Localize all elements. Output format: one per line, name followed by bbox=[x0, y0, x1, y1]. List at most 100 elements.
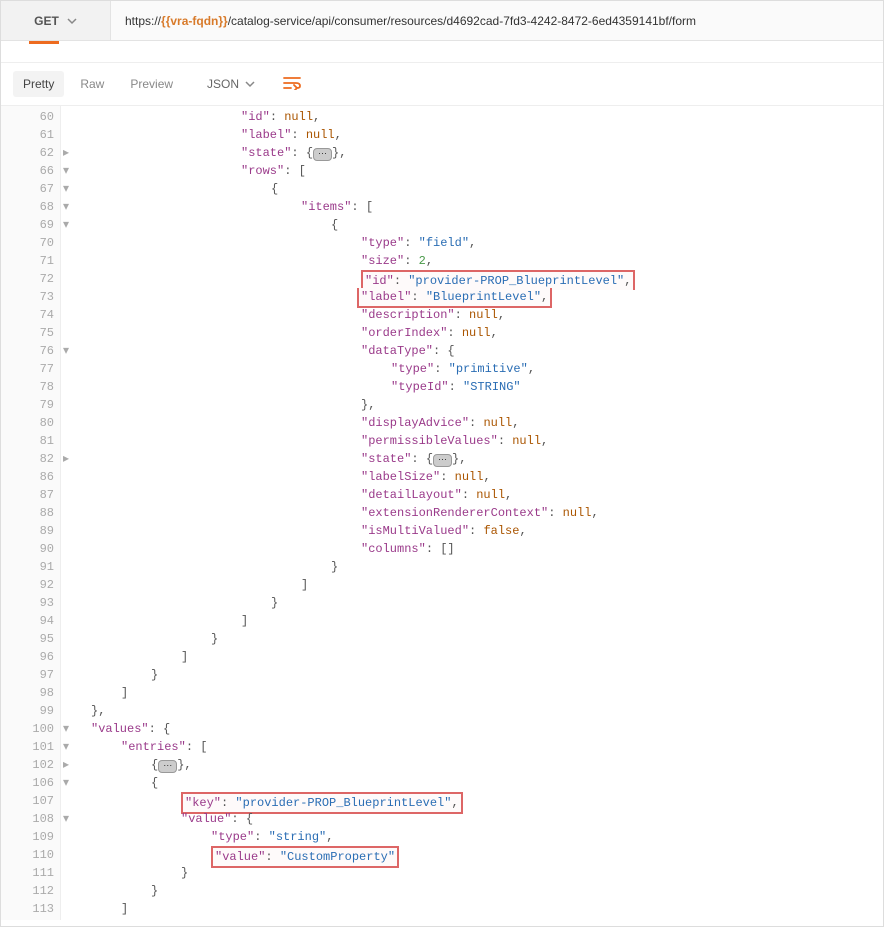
code-line: "values": { bbox=[79, 720, 883, 738]
code-content[interactable]: "id": null,"label": null,"state": {⋯},"r… bbox=[79, 106, 883, 920]
code-line: "isMultiValued": false, bbox=[79, 522, 883, 540]
fold-marker[interactable]: ▸ bbox=[63, 450, 79, 468]
code-line: { bbox=[79, 216, 883, 234]
fold-marker[interactable]: ▾ bbox=[63, 180, 79, 198]
format-dropdown[interactable]: JSON bbox=[197, 71, 265, 97]
line-number: 97 bbox=[1, 666, 54, 684]
line-number: 100 bbox=[1, 720, 54, 738]
line-number: 78 bbox=[1, 378, 54, 396]
line-number: 60 bbox=[1, 108, 54, 126]
code-line: "extensionRendererContext": null, bbox=[79, 504, 883, 522]
line-number: 109 bbox=[1, 828, 54, 846]
tab-pretty[interactable]: Pretty bbox=[13, 71, 64, 97]
line-number: 94 bbox=[1, 612, 54, 630]
line-number: 110 bbox=[1, 846, 54, 864]
code-line: "displayAdvice": null, bbox=[79, 414, 883, 432]
collapsed-badge[interactable]: ⋯ bbox=[158, 760, 177, 773]
url-variable: {{vra-fqdn}} bbox=[161, 14, 228, 28]
code-line: "description": null, bbox=[79, 306, 883, 324]
code-line: } bbox=[79, 558, 883, 576]
fold-marker bbox=[63, 108, 79, 126]
code-line: "key": "provider-PROP_BlueprintLevel", bbox=[79, 792, 883, 810]
line-number: 95 bbox=[1, 630, 54, 648]
code-line: "columns": [] bbox=[79, 540, 883, 558]
fold-marker bbox=[63, 234, 79, 252]
line-number: 74 bbox=[1, 306, 54, 324]
line-number: 68 bbox=[1, 198, 54, 216]
fold-marker bbox=[63, 630, 79, 648]
code-line: ] bbox=[79, 900, 883, 918]
line-number: 112 bbox=[1, 882, 54, 900]
line-number: 101 bbox=[1, 738, 54, 756]
collapsed-badge[interactable]: ⋯ bbox=[313, 148, 332, 161]
line-number: 113 bbox=[1, 900, 54, 918]
code-line: { bbox=[79, 774, 883, 792]
code-line: ] bbox=[79, 684, 883, 702]
code-line: "size": 2, bbox=[79, 252, 883, 270]
line-number: 70 bbox=[1, 234, 54, 252]
line-number: 61 bbox=[1, 126, 54, 144]
line-number: 79 bbox=[1, 396, 54, 414]
request-bar: GET https://{{vra-fqdn}}/catalog-service… bbox=[1, 1, 883, 41]
code-line: }, bbox=[79, 702, 883, 720]
line-number: 72 bbox=[1, 270, 54, 288]
fold-marker bbox=[63, 792, 79, 810]
code-line: } bbox=[79, 630, 883, 648]
response-toolbar: Pretty Raw Preview JSON bbox=[1, 63, 883, 106]
fold-marker[interactable]: ▸ bbox=[63, 144, 79, 162]
tab-preview[interactable]: Preview bbox=[120, 71, 183, 97]
fold-marker bbox=[63, 522, 79, 540]
fold-marker bbox=[63, 414, 79, 432]
highlight-box: "value": "CustomProperty" bbox=[211, 846, 399, 868]
code-line: "dataType": { bbox=[79, 342, 883, 360]
code-line: } bbox=[79, 594, 883, 612]
fold-marker[interactable]: ▾ bbox=[63, 720, 79, 738]
fold-marker bbox=[63, 558, 79, 576]
fold-marker bbox=[63, 126, 79, 144]
fold-marker bbox=[63, 666, 79, 684]
code-line: "id": "provider-PROP_BlueprintLevel", bbox=[79, 270, 883, 288]
code-line: "items": [ bbox=[79, 198, 883, 216]
code-line: "type": "primitive", bbox=[79, 360, 883, 378]
http-method-dropdown[interactable]: GET bbox=[1, 1, 111, 40]
active-tab-indicator bbox=[29, 41, 59, 44]
fold-marker[interactable]: ▸ bbox=[63, 756, 79, 774]
code-line: "rows": [ bbox=[79, 162, 883, 180]
code-line: { bbox=[79, 180, 883, 198]
collapsed-badge[interactable]: ⋯ bbox=[433, 454, 452, 467]
highlight-box: "id": "provider-PROP_BlueprintLevel", bbox=[361, 270, 635, 290]
fold-marker[interactable]: ▾ bbox=[63, 738, 79, 756]
code-line: ] bbox=[79, 648, 883, 666]
code-line: "permissibleValues": null, bbox=[79, 432, 883, 450]
url-prefix: https:// bbox=[125, 14, 161, 28]
http-method-label: GET bbox=[34, 14, 59, 28]
fold-marker bbox=[63, 594, 79, 612]
line-number: 87 bbox=[1, 486, 54, 504]
fold-marker[interactable]: ▾ bbox=[63, 162, 79, 180]
fold-marker bbox=[63, 504, 79, 522]
line-number: 82 bbox=[1, 450, 54, 468]
fold-marker[interactable]: ▾ bbox=[63, 810, 79, 828]
fold-marker bbox=[63, 864, 79, 882]
line-number: 69 bbox=[1, 216, 54, 234]
fold-marker[interactable]: ▾ bbox=[63, 342, 79, 360]
line-number: 91 bbox=[1, 558, 54, 576]
fold-marker[interactable]: ▾ bbox=[63, 198, 79, 216]
code-line: "entries": [ bbox=[79, 738, 883, 756]
line-number: 93 bbox=[1, 594, 54, 612]
fold-marker[interactable]: ▾ bbox=[63, 216, 79, 234]
code-line: } bbox=[79, 882, 883, 900]
fold-marker bbox=[63, 576, 79, 594]
line-number: 66 bbox=[1, 162, 54, 180]
line-number: 77 bbox=[1, 360, 54, 378]
tab-raw[interactable]: Raw bbox=[70, 71, 114, 97]
line-number: 92 bbox=[1, 576, 54, 594]
request-url-input[interactable]: https://{{vra-fqdn}}/catalog-service/api… bbox=[111, 1, 883, 40]
code-line: "state": {⋯}, bbox=[79, 450, 883, 468]
wrap-line-button[interactable] bbox=[283, 76, 301, 93]
format-label: JSON bbox=[207, 77, 239, 91]
line-number: 98 bbox=[1, 684, 54, 702]
fold-marker[interactable]: ▾ bbox=[63, 774, 79, 792]
code-line: } bbox=[79, 864, 883, 882]
fold-marker bbox=[63, 828, 79, 846]
